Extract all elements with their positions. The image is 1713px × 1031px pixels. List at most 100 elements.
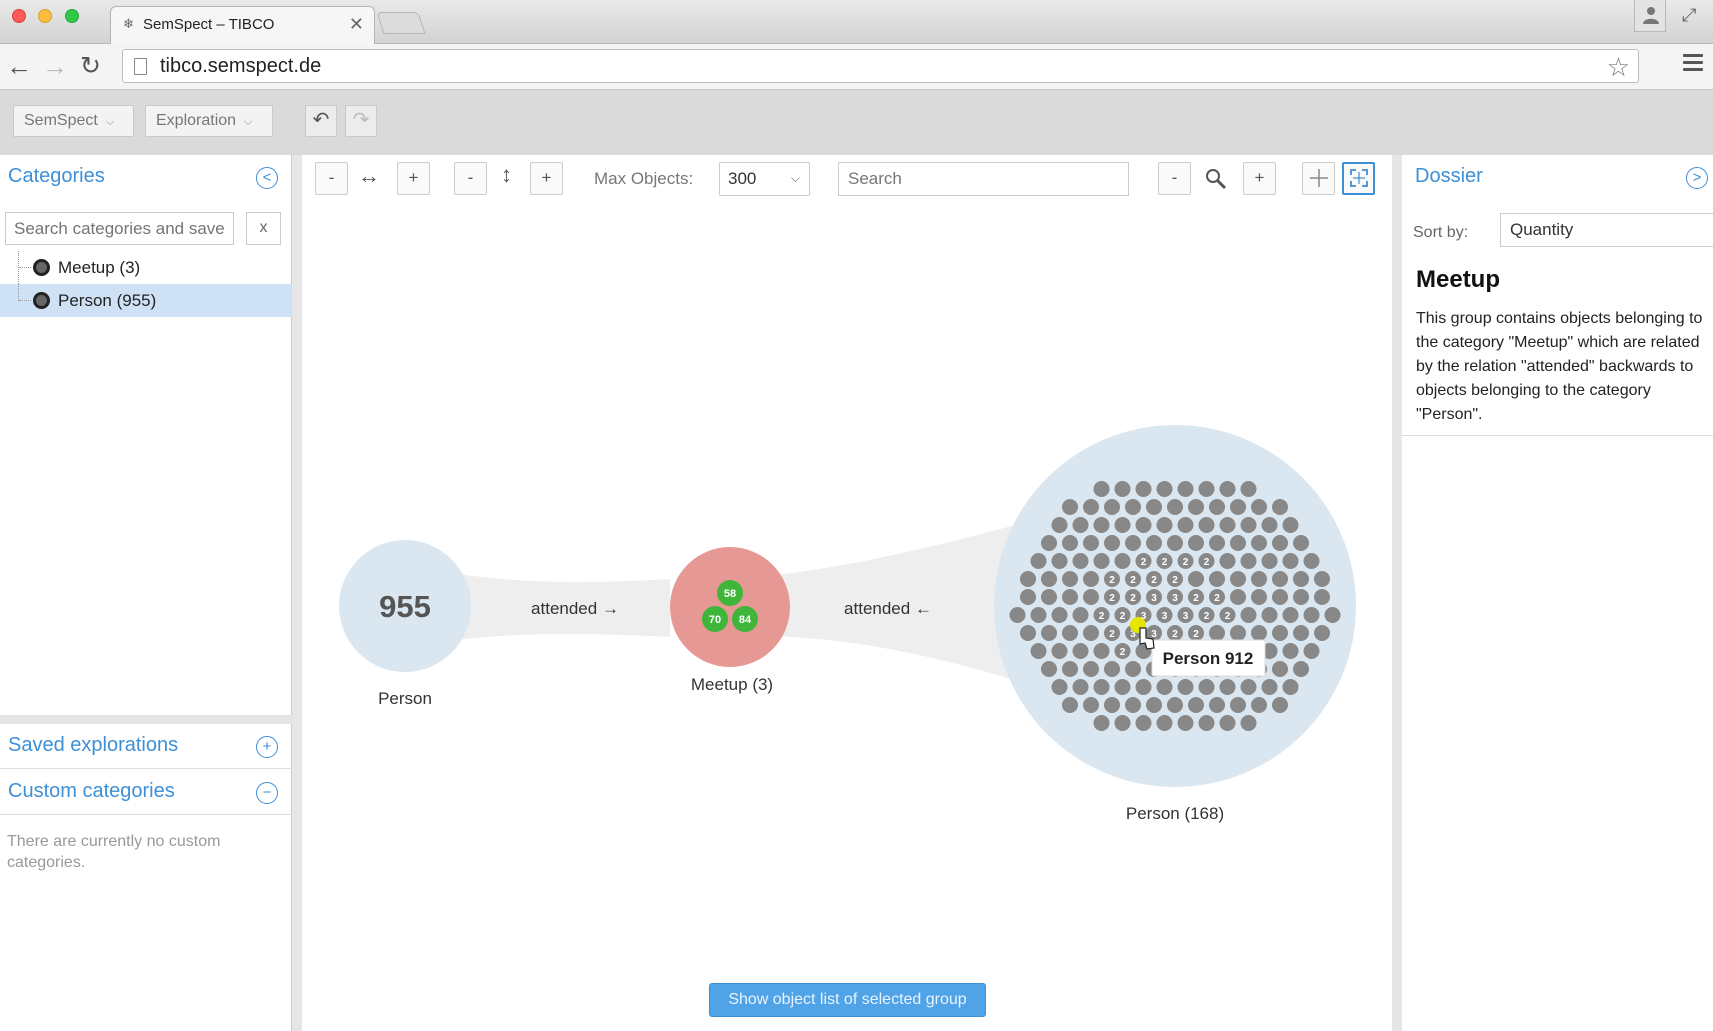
person-member-node[interactable] xyxy=(1209,535,1225,551)
person-member-node[interactable]: 2 xyxy=(1114,607,1131,623)
person-member-node[interactable] xyxy=(1314,625,1330,641)
horizontal-expand-button[interactable]: + xyxy=(397,162,430,195)
edge-label-attended-forward[interactable]: attended → xyxy=(531,599,619,618)
person-member-node[interactable] xyxy=(1219,517,1236,533)
person-member-node[interactable] xyxy=(1177,481,1194,497)
person-member-node[interactable] xyxy=(1030,607,1047,623)
person-member-node[interactable]: 2 xyxy=(1219,607,1236,623)
person-member-node[interactable] xyxy=(1209,697,1225,713)
person-member-node[interactable] xyxy=(1293,661,1309,677)
vertical-expand-button[interactable]: + xyxy=(530,162,563,195)
tree-item-person[interactable]: Person (955) xyxy=(0,284,292,317)
person-member-node[interactable] xyxy=(1198,679,1215,695)
person-member-node[interactable] xyxy=(1282,607,1299,623)
bookmark-star-icon[interactable]: ☆ xyxy=(1607,52,1630,83)
person-member-node[interactable] xyxy=(1051,607,1068,623)
person-member-node[interactable]: 3 xyxy=(1177,607,1194,623)
person-member-node[interactable] xyxy=(1240,517,1257,533)
person-member-node[interactable] xyxy=(1041,589,1057,605)
person-member-node[interactable] xyxy=(1188,535,1204,551)
person-member-node[interactable] xyxy=(1093,679,1110,695)
person-member-node[interactable] xyxy=(1251,535,1267,551)
person-member-node[interactable] xyxy=(1041,625,1057,641)
person-member-node[interactable] xyxy=(1072,643,1089,659)
person-member-node[interactable]: 2 xyxy=(1188,625,1204,641)
person-member-node[interactable] xyxy=(1083,697,1099,713)
person-member-node[interactable] xyxy=(1209,625,1225,641)
window-maximize-button[interactable] xyxy=(65,9,79,23)
max-objects-select[interactable]: 300 ⌵ xyxy=(719,162,810,196)
person-member-node[interactable] xyxy=(1093,715,1110,731)
person-member-node[interactable] xyxy=(1020,589,1036,605)
person-168-group-node[interactable] xyxy=(994,425,1356,787)
right-panel-resizer[interactable] xyxy=(1392,155,1402,1031)
person-member-node[interactable] xyxy=(1230,589,1246,605)
person-member-node[interactable] xyxy=(1293,571,1309,587)
person-member-node[interactable] xyxy=(1083,499,1099,515)
person-member-node[interactable] xyxy=(1135,517,1152,533)
person-member-node[interactable] xyxy=(1051,643,1068,659)
person-member-node[interactable] xyxy=(1020,625,1036,641)
browser-tab[interactable]: ❄ SemSpect – TIBCO ✕ xyxy=(110,6,375,44)
person-member-node[interactable] xyxy=(1104,697,1120,713)
add-circle-icon[interactable]: + xyxy=(256,736,278,758)
person-member-node[interactable] xyxy=(1240,607,1257,623)
person-member-node[interactable] xyxy=(1156,715,1173,731)
minus-circle-icon[interactable]: − xyxy=(256,782,278,804)
person-member-node[interactable]: 2 xyxy=(1209,589,1225,605)
person-member-node[interactable] xyxy=(1030,553,1047,569)
person-member-node[interactable] xyxy=(1093,517,1110,533)
person-member-node[interactable] xyxy=(1272,589,1288,605)
person-member-node[interactable] xyxy=(1114,517,1131,533)
person-member-node[interactable] xyxy=(1020,571,1036,587)
person-member-node[interactable] xyxy=(1156,517,1173,533)
forward-arrow-icon[interactable]: → xyxy=(42,52,68,80)
center-view-button[interactable] xyxy=(1302,162,1335,195)
back-arrow-icon[interactable]: ← xyxy=(6,52,32,80)
person-member-node[interactable] xyxy=(1261,517,1278,533)
person-member-node[interactable] xyxy=(1062,697,1078,713)
person-member-node[interactable] xyxy=(1272,661,1288,677)
person-member-node[interactable] xyxy=(1051,553,1068,569)
person-member-node[interactable] xyxy=(1051,517,1068,533)
edge-label-attended-backward[interactable]: attended ← xyxy=(844,599,932,618)
person-member-node[interactable] xyxy=(1230,499,1246,515)
person-member-node[interactable] xyxy=(1083,589,1099,605)
person-member-node[interactable] xyxy=(1041,661,1057,677)
person-member-node[interactable] xyxy=(1314,571,1330,587)
person-member-node[interactable] xyxy=(1261,679,1278,695)
panel-separator[interactable] xyxy=(0,715,292,724)
window-minimize-button[interactable] xyxy=(38,9,52,23)
person-member-node[interactable]: 2 xyxy=(1188,589,1204,605)
person-member-node[interactable] xyxy=(1083,571,1099,587)
exploration-menu-dropdown[interactable]: Exploration ⌵ xyxy=(145,105,273,137)
person-member-node[interactable]: 2 xyxy=(1125,589,1141,605)
person-member-node[interactable] xyxy=(1314,589,1330,605)
person-member-node[interactable] xyxy=(1156,679,1173,695)
person-member-node[interactable] xyxy=(1030,643,1047,659)
person-member-node[interactable]: 3 xyxy=(1156,607,1173,623)
person-member-node[interactable] xyxy=(1062,571,1078,587)
person-member-node[interactable] xyxy=(1083,661,1099,677)
person-member-node[interactable] xyxy=(1146,697,1162,713)
person-member-node[interactable] xyxy=(1177,679,1194,695)
person-member-node[interactable]: 2 xyxy=(1167,625,1183,641)
person-member-node[interactable] xyxy=(1114,481,1131,497)
person-member-node[interactable] xyxy=(1230,625,1246,641)
person-member-node[interactable] xyxy=(1114,553,1131,569)
person-member-node[interactable] xyxy=(1104,661,1120,677)
person-member-node[interactable] xyxy=(1188,571,1204,587)
person-member-node[interactable] xyxy=(1188,499,1204,515)
person-member-node[interactable] xyxy=(1219,679,1236,695)
person-member-node[interactable]: 2 xyxy=(1177,553,1194,569)
person-member-node[interactable] xyxy=(1230,571,1246,587)
person-member-node[interactable] xyxy=(1293,625,1309,641)
new-tab-button[interactable] xyxy=(376,12,426,34)
graph-canvas[interactable]: 955 Person attended → 58 70 84 Meetup (3… xyxy=(302,201,1392,1031)
person-member-node[interactable] xyxy=(1062,535,1078,551)
person-member-node[interactable] xyxy=(1272,697,1288,713)
person-member-node[interactable] xyxy=(1240,715,1257,731)
show-object-list-button[interactable]: Show object list of selected group xyxy=(709,983,986,1017)
fullscreen-icon[interactable]: ⤢ xyxy=(1682,5,1696,26)
person-member-node[interactable] xyxy=(1272,499,1288,515)
